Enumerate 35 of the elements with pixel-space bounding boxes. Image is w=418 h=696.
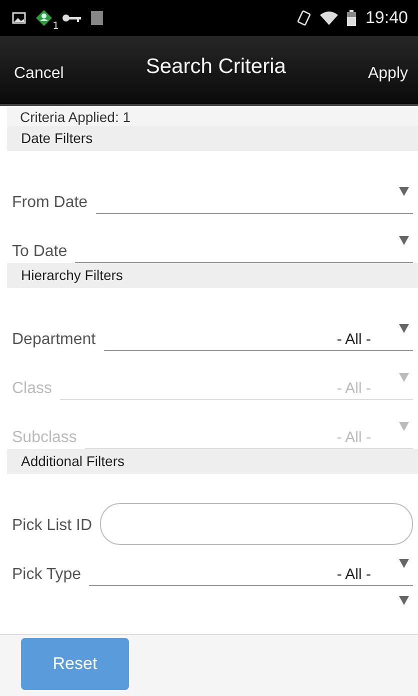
criteria-applied-text: Criteria Applied: 1 <box>7 106 418 126</box>
screen-title: Search Criteria <box>146 55 286 79</box>
field-label: Pick Type <box>12 566 82 585</box>
dropdown-field[interactable]: - All - <box>104 324 413 351</box>
dropdown-arrow-icon <box>399 324 409 333</box>
field-label: Department <box>12 331 96 350</box>
dropdown-arrow-icon <box>399 236 409 245</box>
notification-count: 1 <box>52 21 59 32</box>
barcode-icon <box>91 11 103 25</box>
dropdown-field[interactable] <box>96 187 413 214</box>
dropdown-arrow-icon <box>399 559 409 568</box>
section-header: Additional Filters <box>7 449 418 474</box>
key-icon <box>62 13 82 23</box>
dropdown-arrow-icon <box>399 187 409 196</box>
battery-icon <box>347 10 356 26</box>
field-label: Pick List ID <box>12 517 92 536</box>
wifi-icon <box>320 11 338 25</box>
cancel-button[interactable]: Cancel <box>14 57 64 83</box>
dropdown-arrow-icon <box>399 596 409 605</box>
pick-list-id-field[interactable] <box>100 503 413 545</box>
section-header: Hierarchy Filters <box>7 263 418 288</box>
field-label: To Date <box>12 243 68 262</box>
rotate-icon <box>297 10 312 26</box>
image-icon <box>12 12 26 24</box>
dropdown-arrow-icon <box>399 422 409 431</box>
person-diamond-icon <box>35 9 53 27</box>
field-label: Class <box>12 380 52 399</box>
field-label: From Date <box>12 194 88 213</box>
field-label: Subclass <box>12 429 77 448</box>
dropdown-arrow-icon <box>399 373 409 382</box>
clock-time: 19:40 <box>365 8 408 28</box>
apply-button[interactable]: Apply <box>368 57 408 83</box>
section-header: Date Filters <box>7 126 418 151</box>
dropdown-field[interactable]: - All - <box>89 559 413 586</box>
dropdown-field: - All - <box>60 373 413 400</box>
